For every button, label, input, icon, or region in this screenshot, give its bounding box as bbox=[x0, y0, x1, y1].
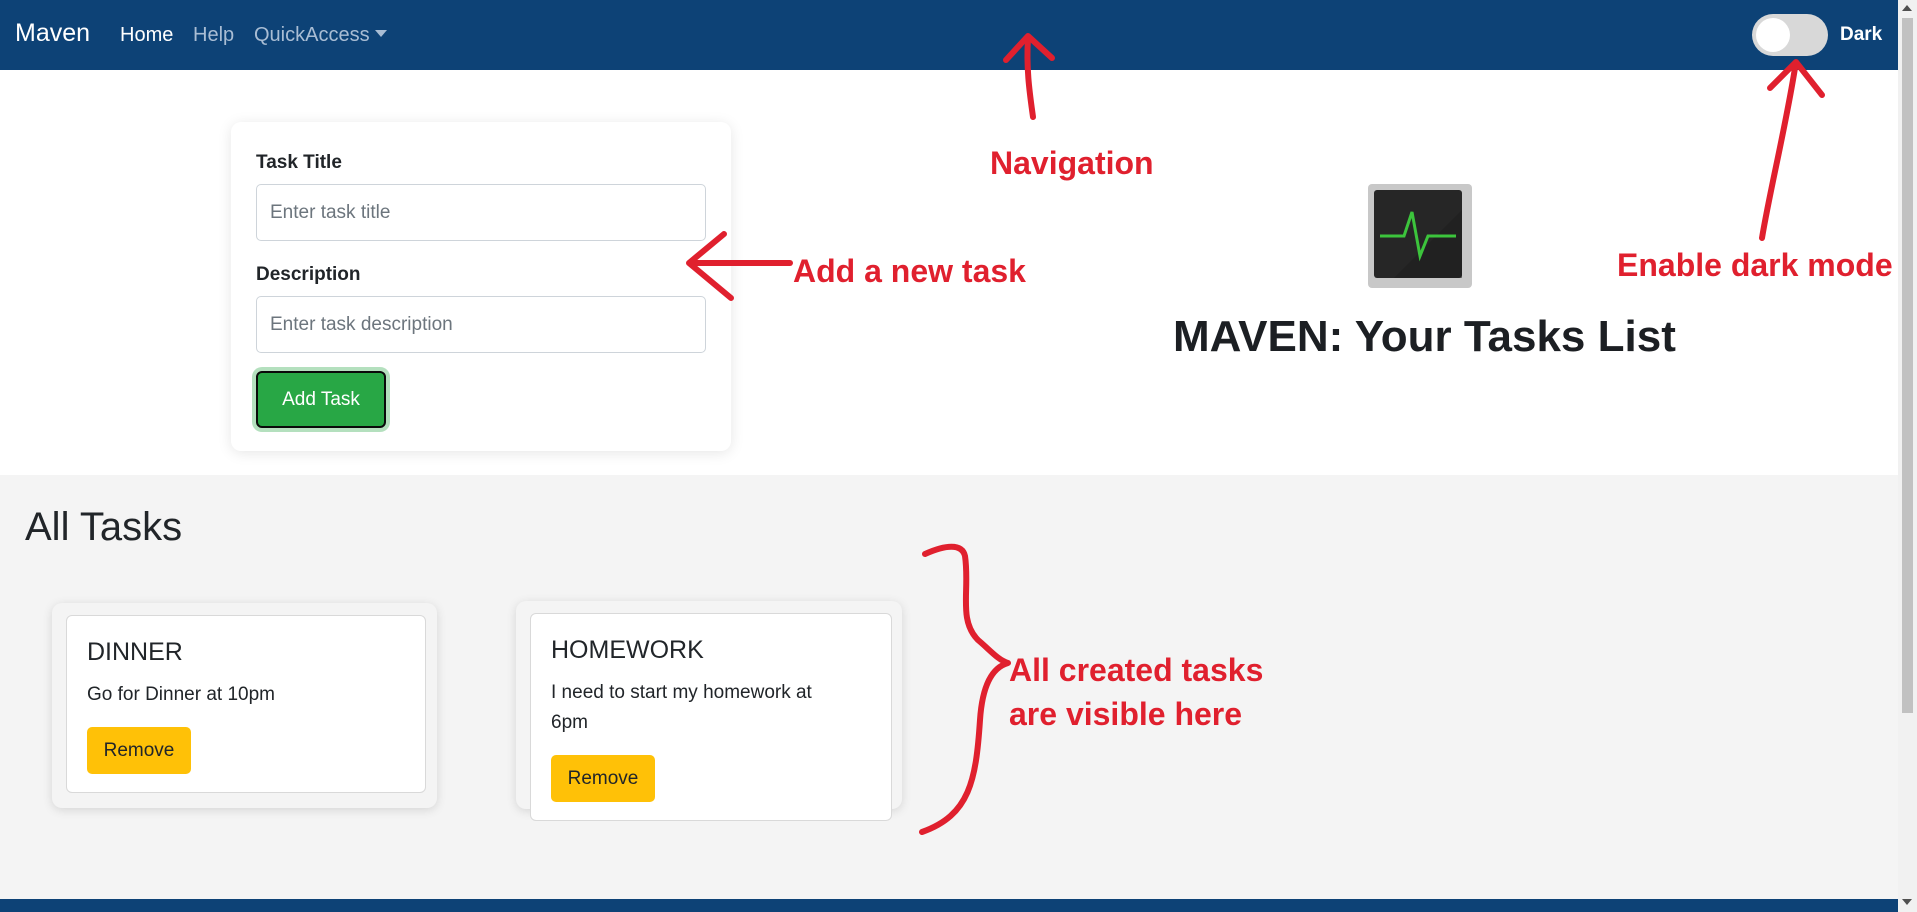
description-label: Description bbox=[256, 264, 361, 285]
task-title: DINNER bbox=[87, 638, 183, 666]
dark-mode-label: Dark bbox=[1840, 24, 1883, 45]
dark-mode-toggle[interactable] bbox=[1752, 14, 1828, 56]
task-card: HOMEWORK I need to start my homework at … bbox=[530, 613, 892, 821]
task-title-input[interactable] bbox=[256, 184, 706, 241]
all-tasks-section: All Tasks DINNER Go for Dinner at 10pm R… bbox=[0, 475, 1898, 899]
task-card-wrapper: HOMEWORK I need to start my homework at … bbox=[516, 601, 902, 821]
page-scrollbar[interactable] bbox=[1898, 0, 1917, 912]
caret-down-icon bbox=[374, 30, 387, 37]
nav-link-help[interactable]: Help bbox=[193, 24, 234, 47]
remove-task-button[interactable]: Remove bbox=[551, 755, 655, 802]
annotation-tasks-line2: are visible here bbox=[1009, 696, 1243, 732]
page-title: MAVEN: Your Tasks List bbox=[1173, 312, 1676, 361]
task-description-input[interactable] bbox=[256, 296, 706, 353]
toggle-knob bbox=[1756, 18, 1790, 52]
task-card: DINNER Go for Dinner at 10pm Remove bbox=[66, 615, 426, 793]
remove-task-button[interactable]: Remove bbox=[87, 727, 191, 774]
activity-monitor-icon bbox=[1368, 184, 1472, 288]
dark-mode-arrow bbox=[1759, 65, 1798, 241]
scroll-up-arrow-icon[interactable] bbox=[1902, 5, 1912, 11]
scroll-thumb[interactable] bbox=[1902, 18, 1913, 713]
footer-bar bbox=[0, 899, 1898, 912]
nav-dropdown-label: QuickAccess bbox=[254, 24, 370, 46]
section-title: All Tasks bbox=[25, 505, 183, 549]
task-title: HOMEWORK bbox=[551, 636, 704, 664]
nav-dropdown-quickaccess[interactable]: QuickAccess bbox=[254, 24, 387, 47]
annotation-navigation: Navigation bbox=[990, 145, 1154, 181]
nav-link-home[interactable]: Home bbox=[120, 24, 173, 47]
task-description: Go for Dinner at 10pm bbox=[87, 684, 275, 705]
task-card-wrapper: DINNER Go for Dinner at 10pm Remove bbox=[52, 603, 437, 808]
task-description: I need to start my homework at 6pm bbox=[551, 682, 812, 733]
brand-logo[interactable]: Maven bbox=[15, 19, 90, 48]
annotation-add-task: Add a new task bbox=[793, 253, 1026, 289]
add-task-button[interactable]: Add Task bbox=[256, 371, 386, 428]
annotation-tasks-line1: All created tasks bbox=[1009, 652, 1264, 688]
top-navbar: Maven Home Help QuickAccess Dark bbox=[0, 0, 1898, 70]
app-page: Maven Home Help QuickAccess Dark Task Ti… bbox=[0, 0, 1917, 912]
pulse-line-icon bbox=[1374, 210, 1462, 278]
scroll-down-arrow-icon[interactable] bbox=[1902, 899, 1912, 905]
annotation-dark-mode: Enable dark mode bbox=[1617, 247, 1893, 283]
add-task-card: Task Title Description Add Task bbox=[231, 122, 731, 451]
task-title-label: Task Title bbox=[256, 152, 342, 173]
